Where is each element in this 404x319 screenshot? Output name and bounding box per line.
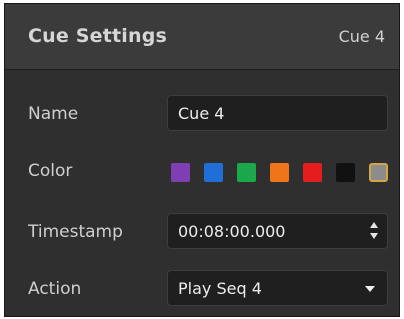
name-label: Name bbox=[28, 104, 79, 124]
current-cue-label: Cue 4 bbox=[338, 27, 385, 46]
color-swatch-purple[interactable] bbox=[171, 163, 190, 182]
panel-title: Cue Settings bbox=[28, 25, 168, 47]
color-swatch-orange[interactable] bbox=[270, 163, 289, 182]
cue-settings-panel: Cue Settings Cue 4 Name Color Timestamp … bbox=[4, 3, 400, 317]
chevron-down-icon bbox=[365, 286, 375, 292]
color-swatch-black[interactable] bbox=[336, 163, 355, 182]
action-label: Action bbox=[28, 279, 82, 299]
spin-up-icon[interactable] bbox=[370, 222, 378, 228]
panel-header: Cue Settings Cue 4 bbox=[5, 4, 399, 70]
color-swatch-red[interactable] bbox=[303, 163, 322, 182]
timestamp-spinbox[interactable]: 00:08:00.000 bbox=[167, 213, 388, 249]
timestamp-stepper[interactable] bbox=[370, 220, 380, 242]
action-selected-value: Play Seq 4 bbox=[178, 279, 262, 298]
color-swatch-blue[interactable] bbox=[204, 163, 223, 182]
color-label: Color bbox=[28, 161, 73, 181]
color-swatch-gray[interactable] bbox=[369, 163, 388, 182]
name-input[interactable] bbox=[167, 95, 388, 131]
color-swatch-green[interactable] bbox=[237, 163, 256, 182]
timestamp-value: 00:08:00.000 bbox=[178, 222, 286, 241]
timestamp-label: Timestamp bbox=[28, 222, 123, 242]
spin-down-icon[interactable] bbox=[370, 233, 378, 239]
action-dropdown[interactable]: Play Seq 4 bbox=[167, 270, 388, 306]
